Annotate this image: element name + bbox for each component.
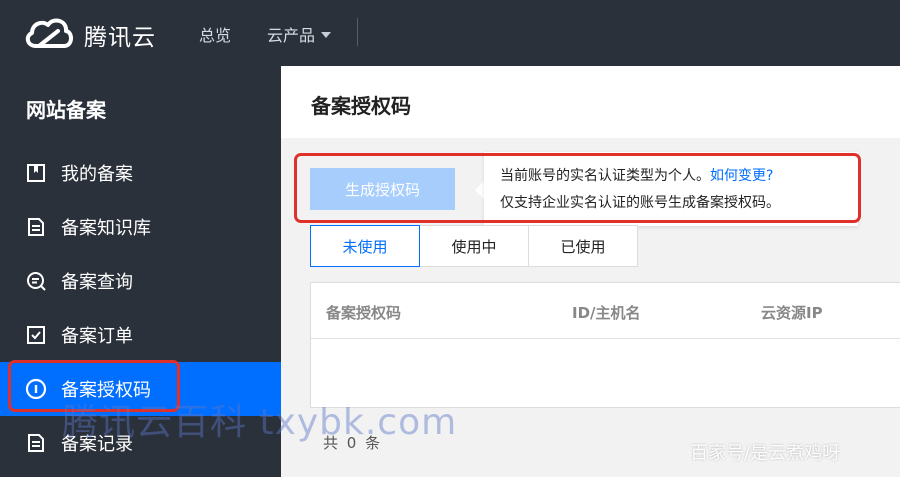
- nav-products-menu[interactable]: 云产品: [267, 22, 332, 46]
- nav-overview[interactable]: 总览: [199, 22, 231, 46]
- column-header-ip: 云资源IP: [761, 304, 823, 322]
- tab-in-use[interactable]: 使用中: [419, 225, 529, 267]
- sidebar-item-label: 备案查询: [61, 272, 133, 293]
- sidebar-item-filing-query[interactable]: 备案查询: [0, 254, 281, 308]
- status-tabs: 未使用 使用中 已使用: [310, 225, 638, 267]
- tab-unused[interactable]: 未使用: [310, 225, 420, 267]
- sidebar-title: 网站备案: [26, 98, 106, 122]
- watermark-secondary: 百家号/是云煮鸡呀: [690, 443, 841, 464]
- auth-code-table: 备案授权码 ID/主机名 云资源IP: [310, 282, 900, 408]
- sidebar-item-knowledge-base[interactable]: 备案知识库: [0, 200, 281, 254]
- page-header: 备案授权码: [281, 66, 900, 138]
- column-header-host: ID/主机名: [572, 304, 641, 322]
- page-title: 备案授权码: [311, 94, 411, 118]
- table-header: 备案授权码 ID/主机名 云资源IP: [311, 283, 900, 339]
- brand-name[interactable]: 腾讯云: [84, 18, 156, 52]
- tencent-cloud-logo-icon[interactable]: [22, 14, 74, 50]
- checkbox-icon: [25, 324, 47, 346]
- nav-products-label: 云产品: [267, 26, 316, 45]
- sidebar-item-label: 备案订单: [61, 326, 133, 347]
- sidebar-item-my-filings[interactable]: 我的备案: [0, 146, 281, 200]
- document-icon: [25, 216, 47, 238]
- caret-down-icon: [321, 32, 332, 38]
- list-icon: [25, 432, 47, 454]
- watermark-primary: 腾讯云百科 txybk.com: [62, 402, 458, 443]
- column-header-auth-code: 备案授权码: [326, 304, 402, 322]
- sidebar-item-label: 我的备案: [61, 164, 133, 185]
- annotation-highlight-tooltip: [294, 153, 861, 223]
- top-navbar: 腾讯云 总览 云产品: [0, 0, 900, 66]
- sidebar-item-filing-orders[interactable]: 备案订单: [0, 308, 281, 362]
- nav-divider: [357, 18, 358, 46]
- sidebar-item-label: 备案知识库: [61, 218, 151, 239]
- search-icon: [25, 270, 47, 292]
- tab-used[interactable]: 已使用: [528, 225, 638, 267]
- bookmark-icon: [25, 162, 47, 184]
